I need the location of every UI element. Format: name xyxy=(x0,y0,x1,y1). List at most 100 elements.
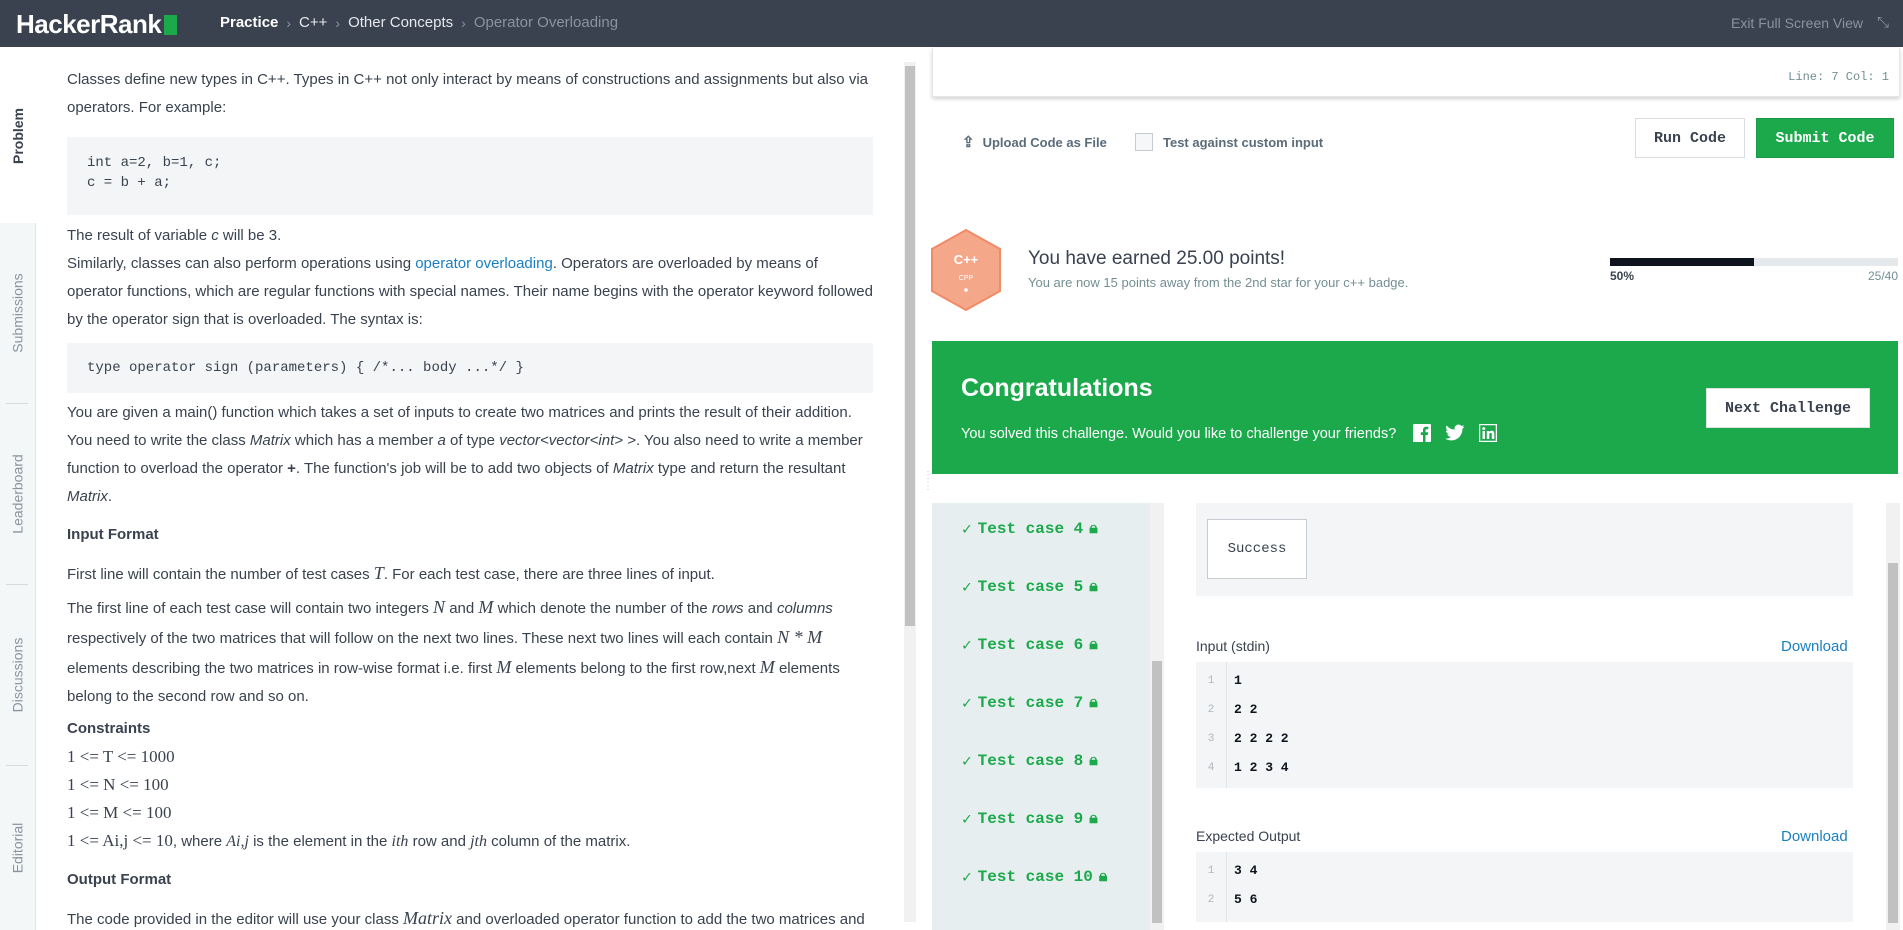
tab-discussions[interactable]: Discussions xyxy=(0,585,35,765)
progress-percent: 50% xyxy=(1610,269,1635,283)
io-line: 11 xyxy=(1207,673,1242,688)
lock-icon: 🔒︎ xyxy=(1089,752,1098,770)
input-label: Input (stdin) xyxy=(1196,638,1270,654)
upload-icon: ⇪ xyxy=(962,134,975,151)
cpp-badge-icon: C++ CPP xyxy=(931,228,1001,312)
top-bar: HackerRank Practice › C++ › Other Concep… xyxy=(0,0,1903,47)
download-output-link[interactable]: Download xyxy=(1781,828,1848,845)
progress-count: 25/40 xyxy=(1867,269,1898,283)
linkedin-icon[interactable] xyxy=(1479,424,1497,442)
test-case-item[interactable]: ✓ Test case 5 🔒︎ xyxy=(962,577,1098,597)
download-input-link[interactable]: Download xyxy=(1781,638,1848,655)
check-circle-icon: ✓ xyxy=(962,869,972,887)
chevron-right-icon: › xyxy=(335,14,341,31)
cursor-position: Line: 7 Col: 1 xyxy=(1788,70,1889,84)
compress-icon[interactable]: ⤡ xyxy=(1877,14,1889,31)
tab-problem[interactable]: Problem xyxy=(0,48,36,223)
side-tabs: Problem Submissions Leaderboard Discussi… xyxy=(0,48,36,930)
check-circle-icon: ✓ xyxy=(962,811,972,829)
constraint-1: 1 <= T <= 1000 xyxy=(67,747,175,766)
io-line: 13 4 xyxy=(1207,863,1258,878)
facebook-icon[interactable] xyxy=(1413,424,1431,442)
badge-progress-bar xyxy=(1610,258,1898,266)
io-line: 41 2 3 4 xyxy=(1207,760,1289,775)
test-case-item[interactable]: ✓ Test case 6 🔒︎ xyxy=(962,635,1098,655)
points-away-text: You are now 15 points away from the 2nd … xyxy=(1028,275,1409,290)
code-example: int a=2, b=1, c; c = b + a; xyxy=(67,137,873,215)
congratulations-banner: Congratulations You solved this challeng… xyxy=(932,341,1898,474)
tab-leaderboard[interactable]: Leaderboard xyxy=(0,404,35,584)
test-case-details: Success Input (stdin) Download 11 22 2 3… xyxy=(1168,503,1886,930)
output-format-heading: Output Format xyxy=(67,871,172,888)
constraint-3: 1 <= M <= 100 xyxy=(67,803,172,822)
success-status: Success xyxy=(1207,519,1307,579)
check-circle-icon: ✓ xyxy=(962,753,972,771)
compiler-message: Success xyxy=(1196,503,1853,596)
congrats-title: Congratulations xyxy=(961,374,1153,402)
share-icons xyxy=(1413,424,1497,442)
test-case-item[interactable]: ✓ Test case 7 🔒︎ xyxy=(962,693,1098,713)
progress-fill xyxy=(1610,258,1754,266)
tab-submissions[interactable]: Submissions xyxy=(0,223,35,403)
checkbox-box[interactable] xyxy=(1135,133,1153,151)
next-challenge-button[interactable]: Next Challenge xyxy=(1706,388,1870,428)
lock-icon: 🔒︎ xyxy=(1089,636,1098,654)
check-circle-icon: ✓ xyxy=(962,521,972,539)
breadcrumb-cpp[interactable]: C++ xyxy=(299,14,327,31)
lock-icon: 🔒︎ xyxy=(1089,694,1098,712)
tab-editorial[interactable]: Editorial xyxy=(0,766,35,930)
io-line: 32 2 2 2 xyxy=(1207,731,1289,746)
badge-lang-label: C++ xyxy=(954,252,979,267)
badge-sub-label: CPP xyxy=(959,275,974,282)
breadcrumb-practice[interactable]: Practice xyxy=(220,14,278,31)
check-circle-icon: ✓ xyxy=(962,637,972,655)
problem-scrollbar[interactable] xyxy=(904,62,916,922)
problem-statement: Classes define new types in C++. Types i… xyxy=(67,48,873,930)
test-case-list: ✓ Test case 4 🔒︎ ✓ Test case 5 🔒︎ ✓ Test case… xyxy=(932,503,1150,930)
output-format-line1: The code provided in the editor will use… xyxy=(67,908,865,928)
twitter-icon[interactable] xyxy=(1445,424,1465,442)
input-format-line2: The first line of each test case will co… xyxy=(67,597,840,705)
test-case-item[interactable]: ✓ Test case 4 🔒︎ xyxy=(962,519,1098,539)
input-box: 11 22 2 32 2 2 2 41 2 3 4 xyxy=(1196,662,1853,788)
test-case-scrollbar[interactable] xyxy=(1150,503,1164,930)
expected-output-label: Expected Output xyxy=(1196,828,1301,844)
constraint-4: 1 <= Ai,j <= 10, where Ai,j is the eleme… xyxy=(67,831,631,850)
io-line: 25 6 xyxy=(1207,892,1258,907)
operator-overloading-link[interactable]: operator overloading xyxy=(415,255,553,272)
chevron-right-icon: › xyxy=(461,14,466,31)
congrats-message: You solved this challenge. Would you lik… xyxy=(961,426,1397,442)
check-circle-icon: ✓ xyxy=(962,695,972,713)
input-format-heading: Input Format xyxy=(67,526,159,543)
test-case-item[interactable]: ✓ Test case 8 🔒︎ xyxy=(962,751,1098,771)
code-editor[interactable]: Line: 7 Col: 1 xyxy=(932,48,1900,97)
result-text: The result of variable c will be 3. xyxy=(67,227,282,244)
resize-grip-icon[interactable]: ⋮ ⋮ xyxy=(923,470,933,510)
task-text: You are given a main() function which ta… xyxy=(67,404,863,505)
chevron-right-icon: › xyxy=(286,14,292,31)
lock-icon: 🔒︎ xyxy=(1089,578,1098,596)
hackerrank-logo[interactable]: HackerRank xyxy=(16,9,178,40)
submit-code-button[interactable]: Submit Code xyxy=(1756,118,1894,158)
breadcrumb: Practice › C++ › Other Concepts › Operat… xyxy=(220,14,618,31)
details-scrollbar[interactable] xyxy=(1886,503,1900,930)
check-circle-icon: ✓ xyxy=(962,579,972,597)
custom-input-checkbox[interactable]: Test against custom input xyxy=(1135,133,1323,151)
breadcrumb-current: Operator Overloading xyxy=(473,14,619,31)
test-case-item[interactable]: ✓ Test case 9 🔒︎ xyxy=(962,809,1098,829)
lock-icon: 🔒︎ xyxy=(1089,520,1098,538)
syntax-code: type operator sign (parameters) { /*... … xyxy=(67,343,873,393)
upload-code-button[interactable]: ⇪ Upload Code as File xyxy=(962,133,1107,151)
similarly-text: Similarly, classes can also perform oper… xyxy=(67,255,873,328)
run-code-button[interactable]: Run Code xyxy=(1635,118,1745,158)
breadcrumb-other-concepts[interactable]: Other Concepts xyxy=(348,14,453,31)
lock-icon: 🔒︎ xyxy=(1089,810,1098,828)
expected-output-box: 13 4 25 6 xyxy=(1196,852,1853,922)
constraints-heading: Constraints xyxy=(67,720,151,737)
exit-fullscreen-link[interactable]: Exit Full Screen View xyxy=(1731,15,1863,31)
io-line: 22 2 xyxy=(1207,702,1258,717)
test-case-item[interactable]: ✓ Test case 10 🔒︎ xyxy=(962,867,1107,887)
constraint-2: 1 <= N <= 100 xyxy=(67,775,169,794)
lock-icon: 🔒︎ xyxy=(1098,868,1108,886)
input-format-line1: First line will contain the number of te… xyxy=(67,563,715,583)
